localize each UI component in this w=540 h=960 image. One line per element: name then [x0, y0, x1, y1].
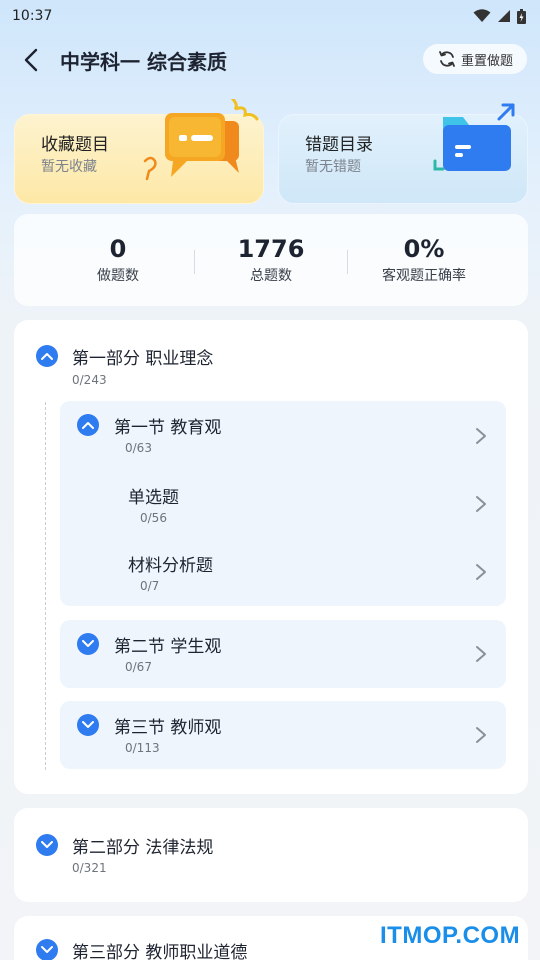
- collapse-icon[interactable]: [77, 414, 99, 436]
- wrong-questions-card[interactable]: 错题目录 暂无错题: [278, 103, 528, 204]
- stat-accuracy-label: 客观题正确率: [382, 268, 466, 284]
- favorites-title: 收藏题目: [41, 135, 109, 155]
- chevron-right-icon[interactable]: [474, 726, 488, 744]
- nav-bar: 中学科一 综合素质 重置做题: [0, 38, 540, 82]
- part-title: 第三部分 教师职业道德: [72, 943, 248, 960]
- section-item-3[interactable]: 第三节 教师观 0/113: [60, 701, 506, 769]
- back-arrow-icon[interactable]: [18, 46, 46, 74]
- stat-done: 0 做题数: [43, 234, 193, 285]
- section-title: 第二节 学生观: [114, 637, 222, 657]
- section-item-1[interactable]: 第一节 教育观 0/63 单选题 0/56 材料分析题 0/7: [60, 401, 506, 606]
- stat-accuracy-value: 0%: [403, 235, 445, 263]
- sub-item-count: 0/7: [140, 579, 160, 593]
- sub-item-count: 0/56: [140, 511, 167, 525]
- collapse-icon[interactable]: [36, 345, 58, 367]
- sub-item-title[interactable]: 材料分析题: [128, 551, 213, 576]
- signal-icon: [498, 10, 510, 22]
- sub-item-title[interactable]: 单选题: [128, 483, 179, 508]
- expand-icon[interactable]: [77, 633, 99, 655]
- stat-divider: [194, 250, 195, 274]
- folder-icon: [433, 103, 515, 171]
- reset-button[interactable]: 重置做题: [423, 44, 527, 74]
- stat-total-value: 1776: [237, 235, 305, 263]
- chat-bubble-icon: [143, 99, 259, 181]
- part-count: 0/243: [72, 373, 107, 387]
- favorites-card[interactable]: 收藏题目 暂无收藏: [14, 99, 264, 204]
- chevron-right-icon[interactable]: [474, 427, 488, 445]
- section-count: 0/63: [125, 441, 152, 455]
- chevron-right-icon[interactable]: [474, 495, 488, 513]
- part-card-1: 第一部分 职业理念 0/243 第一节 教育观 0/63 单选题 0/56 材料…: [14, 320, 528, 794]
- part-title[interactable]: 第一部分 职业理念: [72, 344, 213, 369]
- stat-accuracy: 0% 客观题正确率: [349, 234, 499, 285]
- chevron-right-icon[interactable]: [474, 563, 488, 581]
- expand-icon[interactable]: [36, 834, 58, 856]
- part-card-2[interactable]: 第二部分 法律法规 0/321: [14, 808, 528, 902]
- section-item-2[interactable]: 第二节 学生观 0/67: [60, 620, 506, 688]
- wrong-questions-title: 错题目录: [305, 135, 373, 155]
- wifi-icon: [473, 9, 491, 22]
- stat-total: 1776 总题数: [196, 234, 346, 285]
- stat-total-label: 总题数: [250, 268, 292, 284]
- section-title: 第一节 教育观: [114, 418, 222, 438]
- expand-icon[interactable]: [77, 714, 99, 736]
- part-title: 第二部分 法律法规: [72, 838, 214, 858]
- stat-done-value: 0: [109, 235, 127, 263]
- status-icons: [473, 8, 526, 24]
- stats-card: 0 做题数 1776 总题数 0% 客观题正确率: [14, 214, 528, 306]
- section-count: 0/67: [125, 660, 152, 674]
- wrong-questions-subtitle: 暂无错题: [305, 159, 361, 175]
- watermark: ITMOP.COM: [380, 922, 521, 949]
- page-title: 中学科一 综合素质: [60, 50, 227, 74]
- reset-label: 重置做题: [460, 53, 513, 69]
- favorites-subtitle: 暂无收藏: [41, 159, 97, 175]
- stat-divider: [347, 250, 348, 274]
- section-count: 0/113: [125, 741, 160, 755]
- status-bar: 10:37: [0, 0, 540, 32]
- refresh-icon: [439, 51, 455, 67]
- section-title: 第三节 教师观: [114, 718, 222, 738]
- part-count: 0/321: [72, 861, 107, 875]
- status-time: 10:37: [12, 8, 53, 24]
- stat-done-label: 做题数: [97, 268, 139, 284]
- battery-icon: [517, 8, 526, 24]
- chevron-right-icon[interactable]: [474, 645, 488, 663]
- expand-icon[interactable]: [36, 939, 58, 960]
- tree-dashed-line: [45, 402, 46, 770]
